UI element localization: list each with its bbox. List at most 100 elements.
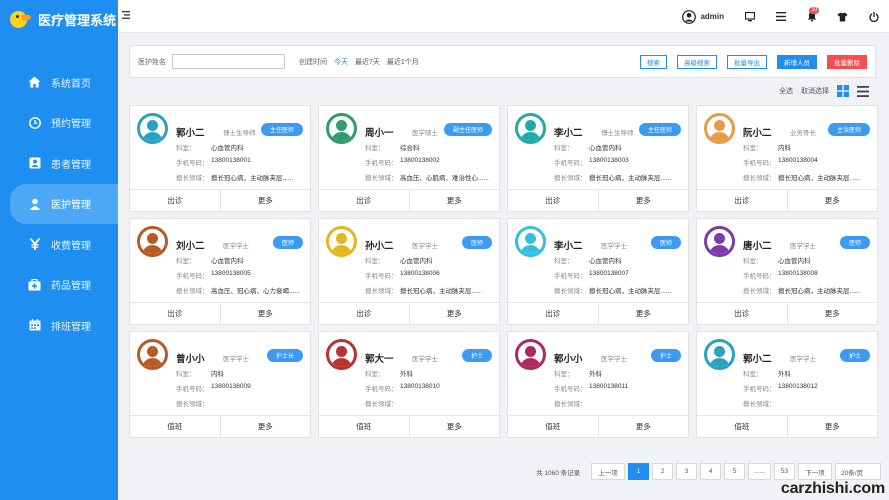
- staff-name: 郭小二: [743, 354, 772, 365]
- avatar-icon: [326, 226, 357, 257]
- user-menu[interactable]: admin: [672, 9, 734, 24]
- sidebar-item-label: 预约管理: [51, 119, 91, 131]
- card-primary-action[interactable]: 出诊: [319, 190, 410, 211]
- staff-card[interactable]: 李小二 博士生导师 主任医师 科室： 心血管内科 手机号码： 13800138003 擅长领域…: [507, 105, 689, 212]
- page-button[interactable]: 3: [676, 463, 698, 480]
- specialty-label: 擅长领域：: [365, 401, 398, 408]
- sidebar-item-2[interactable]: 患者管理: [0, 143, 118, 184]
- position-tag: 医师: [839, 236, 870, 249]
- staff-name: 李小二: [554, 128, 583, 139]
- staff-card[interactable]: 周小一 医学硕士 副主任医师 科室： 综合科 手机号码： 13800138002 擅长领域：高…: [318, 105, 500, 212]
- page-button[interactable]: 2: [652, 463, 674, 480]
- page-button[interactable]: 53: [774, 463, 795, 480]
- advanced-search-button[interactable]: 高级搜索: [677, 55, 717, 69]
- card-more-action[interactable]: 更多: [221, 190, 311, 211]
- card-more-action[interactable]: 更多: [599, 190, 689, 211]
- phone-value: 13800138001: [211, 157, 251, 164]
- sidebar-item-5[interactable]: 药品管理: [0, 265, 118, 306]
- card-primary-action[interactable]: 值班: [697, 416, 788, 437]
- phone-row: 手机号码： 13800138009: [176, 383, 251, 393]
- sidebar-item-label: 医护管理: [51, 200, 91, 212]
- staff-card[interactable]: 阮小二 业务骨长 主治医师 科室： 内科 手机号码： 13800138004 擅长领域： 擅长冠…: [696, 105, 878, 212]
- page-button[interactable]: 1: [628, 463, 650, 480]
- avatar-icon: [326, 339, 357, 370]
- sidebar-item-3[interactable]: 医护管理: [10, 183, 118, 224]
- card-more-action[interactable]: 更多: [221, 303, 311, 324]
- staff-card[interactable]: 刘小二 医学学士 医师 科室： 心血管内科 手机号码： 13800138005 擅长领域： 高血…: [129, 218, 311, 325]
- card-primary-action[interactable]: 出诊: [508, 190, 599, 211]
- prev-page-button[interactable]: 上一项: [591, 463, 626, 480]
- staff-card[interactable]: 孙小二 医学学士 医师 科室： 心血管内科 手机号码： 13800138006 擅长领域： 擅长…: [318, 218, 500, 325]
- search-button[interactable]: 搜索: [640, 55, 667, 69]
- quick-filter-today[interactable]: 今天: [334, 57, 348, 67]
- sidebar-item-4[interactable]: 收费管理: [0, 224, 118, 265]
- page-size-select[interactable]: 20条/页: [835, 463, 881, 480]
- card-more-action[interactable]: 更多: [221, 416, 311, 437]
- page-button[interactable]: 5: [724, 463, 746, 480]
- card-more-action[interactable]: 更多: [410, 190, 500, 211]
- page-button[interactable]: 4: [700, 463, 722, 480]
- card-more-action[interactable]: 更多: [599, 303, 689, 324]
- card-primary-action[interactable]: 出诊: [697, 190, 788, 211]
- staff-name: 郭小小: [554, 354, 583, 365]
- staff-card[interactable]: 郭小二 博士生导师 主任医师 科室： 心血管内科 手机号码： 13800138001 擅长领域…: [129, 105, 311, 212]
- notification-button[interactable]: 10: [796, 0, 827, 33]
- batch-export-button[interactable]: 批量导出: [727, 55, 767, 69]
- staff-card[interactable]: 曾小小 医学学士 护士长 科室： 内科 手机号码： 13800138009 擅长领域： 值班 更多: [129, 331, 311, 438]
- next-page-button[interactable]: 下一项: [798, 463, 832, 480]
- quick-filter-7days[interactable]: 最近7天: [355, 57, 380, 67]
- card-more-action[interactable]: 更多: [788, 416, 878, 437]
- specialty-row: 擅长领域：: [365, 398, 400, 408]
- yen-icon: [28, 238, 41, 251]
- staff-card[interactable]: 李小二 医学学士 医师 科室： 心血管内科 手机号码： 13800138007 擅长领域： 擅长…: [507, 218, 689, 325]
- card-primary-action[interactable]: 出诊: [697, 303, 788, 324]
- card-more-action[interactable]: 更多: [599, 416, 689, 437]
- card-primary-action[interactable]: 出诊: [130, 303, 221, 324]
- list-view-icon[interactable]: [857, 85, 869, 97]
- card-primary-action[interactable]: 出诊: [508, 303, 599, 324]
- deselect-link[interactable]: 取消选择: [801, 86, 829, 96]
- grid-view-icon[interactable]: [837, 85, 849, 97]
- sidebar-item-6[interactable]: 排班管理: [0, 305, 118, 346]
- page-button[interactable]: ......: [748, 463, 771, 480]
- card-primary-action[interactable]: 值班: [508, 416, 599, 437]
- quick-filter-1month[interactable]: 最近1个月: [387, 57, 419, 67]
- staff-title: 医学硕士: [412, 130, 438, 137]
- skin-button[interactable]: [827, 0, 858, 33]
- pagination: 共 1060 条记录 上一项 1 2 3 4 5...... 53 下一项 20条/页: [536, 463, 881, 480]
- card-primary-action[interactable]: 值班: [130, 416, 221, 437]
- dept-row: 科室： 外科: [743, 368, 791, 378]
- card-primary-action[interactable]: 出诊: [319, 303, 410, 324]
- position-tag: 副主任医师: [443, 123, 492, 136]
- dept-value: 外科: [400, 371, 413, 378]
- list-button[interactable]: [765, 0, 796, 33]
- phone-value: 13800138007: [589, 270, 629, 277]
- sidebar-item-label: 系统首页: [51, 78, 91, 90]
- menu-toggle-icon[interactable]: [122, 11, 130, 19]
- name-search-input[interactable]: [172, 54, 285, 69]
- sidebar-item-0[interactable]: 系统首页: [0, 62, 118, 103]
- dept-row: 科室： 综合科: [365, 142, 420, 152]
- staff-title: 医学学士: [790, 243, 816, 250]
- card-more-action[interactable]: 更多: [410, 416, 500, 437]
- staff-card[interactable]: 郭大一 医学学士 护士 科室： 外科 手机号码： 13800138010 擅长领域： 值班 更多: [318, 331, 500, 438]
- batch-delete-button[interactable]: 批量删除: [827, 55, 867, 69]
- card-more-action[interactable]: 更多: [788, 303, 878, 324]
- card-primary-action[interactable]: 出诊: [130, 190, 221, 211]
- staff-card[interactable]: 唐小二 医学学士 医师 科室： 心血管内科 手机号码： 13800138008 擅长领域： 擅长…: [696, 218, 878, 325]
- staff-name: 刘小二: [176, 241, 205, 252]
- card-more-action[interactable]: 更多: [788, 190, 878, 211]
- staff-card[interactable]: 郭小二 医学学士 护士 科室： 外科 手机号码： 13800138012 擅长领域： 值班 更多: [696, 331, 878, 438]
- card-primary-action[interactable]: 值班: [319, 416, 410, 437]
- sidebar-item-1[interactable]: 预约管理: [0, 103, 118, 144]
- card-more-action[interactable]: 更多: [410, 303, 500, 324]
- dept-label: 科室：: [743, 371, 763, 378]
- select-all-link[interactable]: 全选: [779, 86, 793, 96]
- add-staff-button[interactable]: 新增人员: [777, 55, 817, 69]
- monitor-button[interactable]: [734, 0, 765, 33]
- staff-name: 周小一: [365, 128, 394, 139]
- app-logo[interactable]: 医疗管理系统: [0, 0, 118, 38]
- dept-label: 科室：: [554, 258, 574, 265]
- logout-button[interactable]: [858, 0, 889, 33]
- staff-card[interactable]: 郭小小 医学学士 护士 科室： 外科 手机号码： 13800138011 擅长领域： 值班 更多: [507, 331, 689, 438]
